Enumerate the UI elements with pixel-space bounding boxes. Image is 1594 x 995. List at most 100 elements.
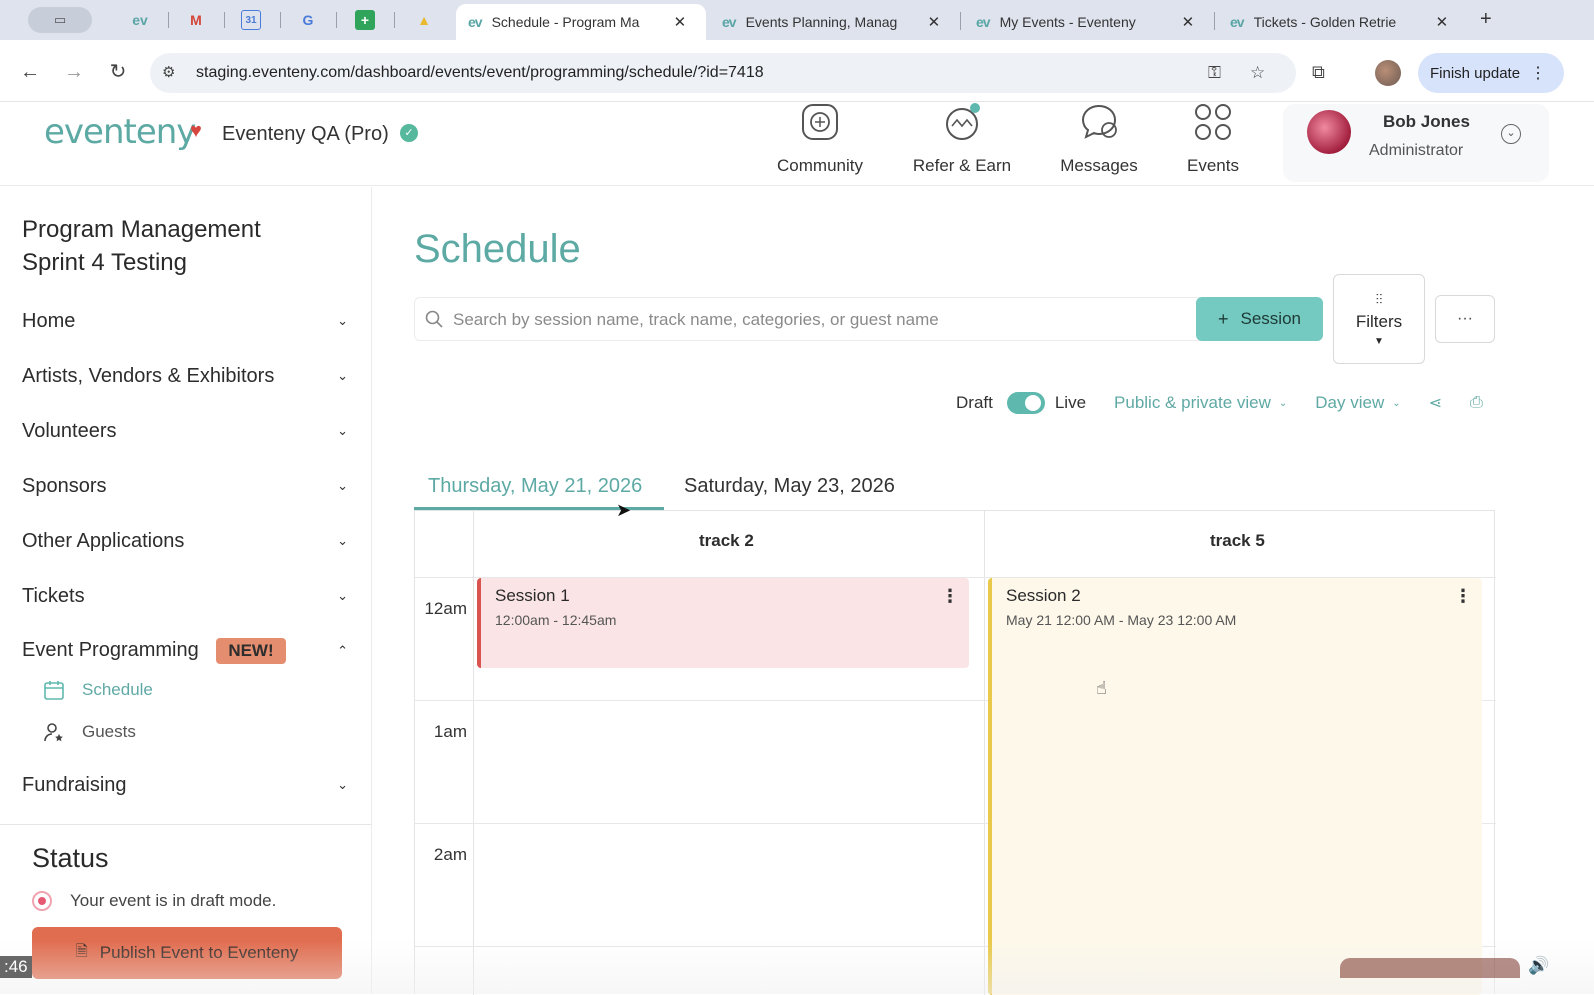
nav-label: Events	[1187, 156, 1239, 175]
publish-event-button[interactable]: 🗎 Publish Event to Eventeny	[32, 927, 342, 979]
chevron-down-icon[interactable]: ⌄	[1501, 124, 1521, 144]
print-icon[interactable]: ⎙	[1470, 394, 1483, 412]
session-time: 12:00am - 12:45am	[495, 612, 617, 628]
search-box[interactable]	[414, 297, 1204, 341]
live-label: Live	[1054, 393, 1087, 412]
chevron-down-icon: ⌄	[337, 313, 348, 328]
eventeny-logo[interactable]: eventeny	[44, 112, 196, 152]
sidebar-subitem-label: Guests	[82, 722, 136, 741]
more-options-button[interactable]: ···	[1435, 295, 1495, 343]
translate-icon: G	[302, 12, 314, 28]
reload-icon[interactable]: ↻	[106, 60, 130, 84]
search-input[interactable]	[453, 306, 1193, 334]
tab-group-button[interactable]: ▭	[28, 7, 92, 33]
bookmark-star-icon[interactable]: ☆	[1250, 63, 1265, 83]
calendar-icon	[42, 679, 66, 701]
avatar	[1307, 110, 1351, 154]
time-label: 1am	[433, 722, 467, 741]
drive-icon: ▲	[417, 12, 431, 28]
pinned-tab-translate[interactable]: G	[296, 8, 320, 32]
site-info-icon[interactable]: ⚙	[162, 63, 175, 81]
share-icon[interactable]: ⋖	[1429, 393, 1442, 413]
verified-check-icon: ✓	[400, 124, 418, 142]
address-bar[interactable]: ⚙ staging.eventeny.com/dashboard/events/…	[150, 53, 1296, 93]
messages-icon	[1079, 102, 1119, 142]
cast-icon[interactable]: ⧉	[1312, 62, 1325, 83]
sidebar-item-label: Home	[22, 309, 76, 332]
organization-name[interactable]: Eventeny QA (Pro)	[222, 123, 389, 146]
draft-live-toggle[interactable]	[1006, 392, 1045, 414]
browser-tab[interactable]: ev Events Planning, Manag ✕	[710, 4, 956, 40]
sidebar-item-fundraising[interactable]: Fundraising ⌄	[22, 770, 348, 800]
tab-divider	[1214, 12, 1215, 30]
browser-profile-avatar[interactable]	[1375, 60, 1401, 86]
browser-tab[interactable]: ev My Events - Eventeny ✕	[964, 4, 1210, 40]
tab-day-thursday[interactable]: Thursday, May 21, 2026	[428, 475, 642, 498]
tab-divider	[394, 12, 395, 28]
new-tab-button[interactable]: +	[1480, 8, 1492, 31]
chevron-down-icon: ⌄	[337, 478, 348, 493]
sidebar-subitem-schedule[interactable]: Schedule	[42, 679, 153, 701]
sidebar: Program Management Sprint 4 Testing Home…	[0, 187, 372, 994]
session-card[interactable]: Session 1 12:00am - 12:45am ⋮	[477, 578, 969, 668]
sidebar-item-label: Artists, Vendors & Exhibitors	[22, 364, 275, 387]
add-session-button[interactable]: + Session	[1196, 297, 1323, 341]
sidebar-item-artists[interactable]: Artists, Vendors & Exhibitors ⌄	[22, 361, 348, 391]
sidebar-item-label: Other Applications	[22, 529, 185, 552]
sidebar-subitem-guests[interactable]: Guests	[42, 721, 136, 743]
visibility-dropdown[interactable]: Public & private view ⌄	[1114, 393, 1287, 413]
gmail-icon: M	[190, 12, 202, 28]
browser-toolbar: ← → ↻ ⚙ staging.eventeny.com/dashboard/e…	[0, 40, 1594, 102]
view-mode-dropdown[interactable]: Day view ⌄	[1315, 393, 1400, 413]
sidebar-item-event-programming[interactable]: Event Programming NEW! ⌃	[22, 636, 348, 666]
chevron-down-icon: ⌄	[337, 588, 348, 603]
events-grid-icon	[1193, 102, 1233, 142]
sidebar-item-volunteers[interactable]: Volunteers ⌄	[22, 416, 348, 446]
user-role: Administrator	[1369, 142, 1464, 159]
url-text[interactable]: staging.eventeny.com/dashboard/events/ev…	[196, 64, 764, 82]
pinned-tab-drive[interactable]: ▲	[412, 8, 436, 32]
nav-refer-earn[interactable]: Refer & Earn	[908, 102, 1016, 186]
close-tab-icon[interactable]: ✕	[674, 13, 687, 31]
guest-icon	[42, 721, 66, 743]
chevron-down-icon: ⌄	[337, 777, 348, 792]
sidebar-item-home[interactable]: Home ⌄	[22, 306, 348, 336]
forward-arrow-icon[interactable]: →	[62, 60, 86, 84]
sidebar-item-other-applications[interactable]: Other Applications ⌄	[22, 526, 348, 556]
divider	[0, 824, 372, 825]
pinned-tab-sheets[interactable]: +	[355, 10, 375, 30]
mouse-pointer-icon: ➤	[616, 500, 632, 520]
volume-icon[interactable]: 🔊	[1528, 956, 1549, 976]
close-tab-icon[interactable]: ✕	[928, 13, 941, 31]
sidebar-item-sponsors[interactable]: Sponsors ⌄	[22, 471, 348, 501]
close-tab-icon[interactable]: ✕	[1182, 13, 1195, 31]
sidebar-item-tickets[interactable]: Tickets ⌄	[22, 581, 348, 611]
password-key-icon[interactable]: ⚿	[1208, 63, 1221, 83]
finish-update-button[interactable]: Finish update ⋮	[1418, 53, 1564, 93]
browser-tab-active[interactable]: ev Schedule - Program Ma ✕	[456, 4, 706, 40]
tab-day-saturday[interactable]: Saturday, May 23, 2026	[684, 475, 895, 498]
session-card[interactable]: Session 2 May 21 12:00 AM - May 23 12:00…	[988, 578, 1482, 995]
tab-divider	[336, 12, 337, 28]
pinned-tab-calendar[interactable]: 31	[241, 10, 261, 30]
sidebar-item-label: Volunteers	[22, 419, 117, 442]
filters-button[interactable]: ⫶⫶ Filters ▼	[1333, 274, 1425, 364]
eventeny-favicon-icon: ev	[1230, 14, 1245, 30]
new-badge: NEW!	[216, 638, 286, 664]
plus-icon: +	[1218, 308, 1229, 329]
eventeny-favicon-icon: ev	[468, 14, 483, 30]
back-arrow-icon[interactable]: ←	[18, 60, 42, 84]
kebab-menu-icon[interactable]: ⋮	[1454, 586, 1472, 607]
close-tab-icon[interactable]: ✕	[1436, 13, 1449, 31]
browser-tab[interactable]: ev Tickets - Golden Retrie ✕	[1218, 4, 1468, 40]
video-volume-bar[interactable]	[1340, 958, 1520, 978]
nav-events[interactable]: Events	[1178, 102, 1248, 186]
pinned-tab-gmail[interactable]: M	[184, 8, 208, 32]
kebab-menu-icon[interactable]: ⋮	[941, 586, 959, 607]
chevron-down-icon: ▼	[1374, 336, 1384, 347]
nav-community[interactable]: Community	[768, 102, 872, 186]
pinned-tab-eventeny[interactable]: ev	[128, 8, 152, 32]
user-menu[interactable]: Bob Jones Administrator ⌄	[1283, 104, 1549, 182]
nav-messages[interactable]: Messages	[1052, 102, 1146, 186]
chevron-down-icon: ⌄	[1392, 397, 1401, 409]
